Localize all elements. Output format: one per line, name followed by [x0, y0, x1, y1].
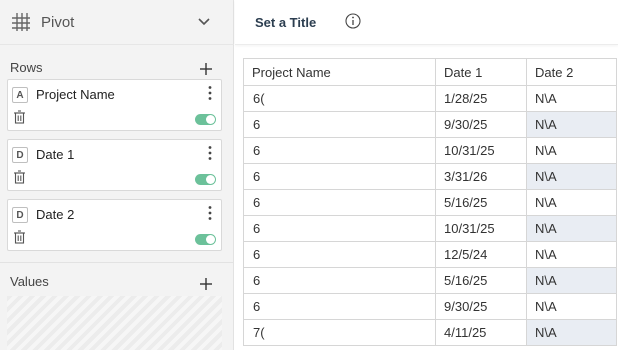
- add-row-field-plus-icon[interactable]: [199, 62, 213, 76]
- cell-date-1[interactable]: 4/11/25: [435, 319, 527, 346]
- pivot-selector[interactable]: Pivot: [0, 0, 234, 45]
- table-row: 6 10/31/25 N\A: [243, 137, 617, 164]
- cell-date-2[interactable]: N\A: [526, 111, 617, 138]
- values-drop-zone[interactable]: [7, 296, 222, 350]
- cell-project-name[interactable]: 6: [243, 215, 436, 242]
- cell-date-2[interactable]: N\A: [526, 85, 617, 112]
- trash-icon[interactable]: [13, 110, 26, 124]
- cell-project-name[interactable]: 6(: [243, 85, 436, 112]
- cell-date-1[interactable]: 12/5/24: [435, 241, 527, 268]
- field-name: Project Name: [36, 87, 115, 102]
- values-section-label: Values: [10, 274, 49, 289]
- trash-icon[interactable]: [13, 230, 26, 244]
- cell-date-1[interactable]: 10/31/25: [435, 215, 527, 242]
- add-value-field-plus-icon[interactable]: [199, 277, 213, 291]
- table-row: 6 10/31/25 N\A: [243, 215, 617, 242]
- section-divider: [0, 262, 234, 263]
- field-name: Date 2: [36, 207, 75, 222]
- kebab-menu-icon[interactable]: [205, 85, 215, 101]
- table-header-row: Project Name Date 1 Date 2: [243, 58, 617, 86]
- table-row: 6 9/30/25 N\A: [243, 111, 617, 138]
- column-header-date-1[interactable]: Date 1: [435, 58, 527, 86]
- pivot-config-panel: Pivot Rows A Project Name D Date 1 D Dat…: [0, 0, 234, 350]
- cell-date-1[interactable]: 5/16/25: [435, 189, 527, 216]
- trash-icon[interactable]: [13, 170, 26, 184]
- cell-project-name[interactable]: 7(: [243, 319, 436, 346]
- pivot-app: Pivot Rows A Project Name D Date 1 D Dat…: [0, 0, 618, 350]
- cell-date-2[interactable]: N\A: [526, 137, 617, 164]
- cell-date-1[interactable]: 9/30/25: [435, 111, 527, 138]
- cell-date-2[interactable]: N\A: [526, 163, 617, 190]
- field-visibility-toggle[interactable]: [195, 114, 216, 125]
- cell-date-2[interactable]: N\A: [526, 215, 617, 242]
- table-row: 6 5/16/25 N\A: [243, 267, 617, 294]
- column-header-date-2[interactable]: Date 2: [526, 58, 617, 86]
- cell-date-1[interactable]: 10/31/25: [435, 137, 527, 164]
- row-field-card: A Project Name: [7, 79, 222, 131]
- cell-project-name[interactable]: 6: [243, 189, 436, 216]
- cell-date-1[interactable]: 3/31/26: [435, 163, 527, 190]
- cell-date-2[interactable]: N\A: [526, 189, 617, 216]
- set-title-link[interactable]: Set a Title: [255, 15, 316, 30]
- field-type-badge: A: [12, 87, 28, 103]
- kebab-menu-icon[interactable]: [205, 205, 215, 221]
- title-bar: Set a Title: [235, 0, 618, 45]
- table-row: 7(4/11/25 N\A: [243, 319, 617, 346]
- cell-date-2[interactable]: N\A: [526, 319, 617, 346]
- column-header-project-name[interactable]: Project Name: [243, 58, 436, 86]
- table-row: 6 5/16/25 N\A: [243, 189, 617, 216]
- cell-date-2[interactable]: N\A: [526, 241, 617, 268]
- table-row: 6 3/31/26 N\A: [243, 163, 617, 190]
- pivot-title: Pivot: [41, 13, 75, 31]
- kebab-menu-icon[interactable]: [205, 145, 215, 161]
- cell-date-2[interactable]: N\A: [526, 293, 617, 320]
- table-row: 6(1/28/25 N\A: [243, 85, 617, 112]
- cell-date-1[interactable]: 5/16/25: [435, 267, 527, 294]
- cell-date-1[interactable]: 9/30/25: [435, 293, 527, 320]
- grid-icon: [12, 13, 30, 31]
- table-row: 6 12/5/24 N\A: [243, 241, 617, 268]
- cell-project-name[interactable]: 6: [243, 111, 436, 138]
- toggle-knob: [206, 235, 215, 244]
- field-visibility-toggle[interactable]: [195, 234, 216, 245]
- toggle-knob: [206, 175, 215, 184]
- toggle-knob: [206, 115, 215, 124]
- cell-date-2[interactable]: N\A: [526, 267, 617, 294]
- table-row: 6 9/30/25 N\A: [243, 293, 617, 320]
- cell-project-name[interactable]: 6: [243, 163, 436, 190]
- cell-project-name[interactable]: 6: [243, 241, 436, 268]
- row-field-card: D Date 1: [7, 139, 222, 191]
- field-type-badge: D: [12, 207, 28, 223]
- row-field-card: D Date 2: [7, 199, 222, 251]
- chevron-down-icon[interactable]: [197, 15, 211, 29]
- pivot-table: Project Name Date 1 Date 2 6(1/28/25 N\A …: [243, 58, 617, 346]
- field-visibility-toggle[interactable]: [195, 174, 216, 185]
- info-icon[interactable]: [345, 13, 361, 29]
- cell-project-name[interactable]: 6: [243, 293, 436, 320]
- field-name: Date 1: [36, 147, 75, 162]
- cell-project-name[interactable]: 6: [243, 267, 436, 294]
- cell-project-name[interactable]: 6: [243, 137, 436, 164]
- field-type-badge: D: [12, 147, 28, 163]
- rows-section-label: Rows: [10, 60, 43, 75]
- cell-date-1[interactable]: 1/28/25: [435, 85, 527, 112]
